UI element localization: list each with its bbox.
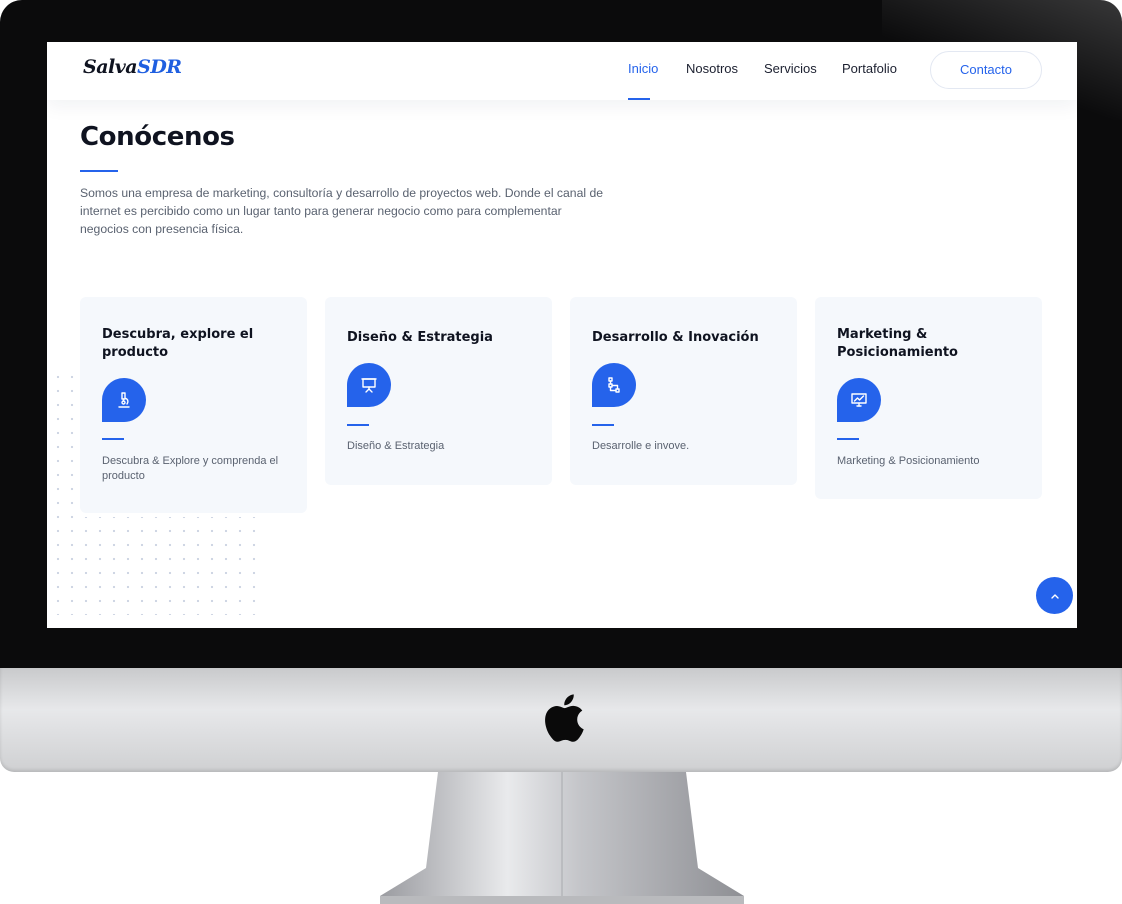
monitor-chart-icon	[837, 378, 881, 422]
nav-item-portafolio[interactable]: Portafolio	[842, 61, 897, 76]
imac-monitor: SalvaSDR Inicio Nosotros Servicios Porta…	[0, 0, 1122, 772]
nav-active-indicator	[628, 98, 650, 100]
presentation-board-icon	[347, 363, 391, 407]
about-intro-text: Somos una empresa de marketing, consulto…	[80, 186, 603, 236]
navbar: SalvaSDR Inicio Nosotros Servicios Porta…	[47, 42, 1077, 100]
card-description: Desarrolle e invove.	[592, 440, 690, 452]
card-title: Diseño & Estrategia	[347, 330, 493, 345]
scroll-to-top-button[interactable]	[1036, 577, 1073, 614]
chevron-up-icon	[1050, 593, 1059, 599]
card-title: Descubra, explore el producto	[102, 327, 254, 360]
feature-card-diseno[interactable]: Diseño & Estrategia Diseño & Estrategia	[325, 297, 552, 485]
card-description: Marketing & Posicionamiento	[837, 455, 980, 467]
card-description: Descubra & Explore y comprenda el produc…	[102, 455, 279, 482]
apple-logo-icon	[545, 694, 584, 742]
nav-item-nosotros[interactable]: Nosotros	[686, 61, 738, 76]
feature-card-descubra[interactable]: Descubra, explore el producto Descubra &…	[80, 297, 307, 513]
contact-button[interactable]: Contacto	[930, 51, 1042, 89]
card-divider	[837, 438, 859, 440]
flowchart-icon	[592, 363, 636, 407]
card-divider	[102, 438, 124, 440]
nav-item-inicio[interactable]: Inicio	[628, 61, 658, 76]
card-divider	[592, 424, 614, 426]
feature-card-marketing[interactable]: Marketing & Posicionamiento Marketing & …	[815, 297, 1042, 499]
brand-logo[interactable]: SalvaSDR	[83, 56, 182, 78]
feature-card-desarrollo[interactable]: Desarrollo & Inovación Desarrolle e invo…	[570, 297, 797, 485]
card-title: Desarrollo & Inovación	[592, 330, 759, 345]
website-screen: SalvaSDR Inicio Nosotros Servicios Porta…	[47, 42, 1077, 628]
section-title: Conócenos	[80, 122, 235, 152]
title-underline	[80, 170, 118, 172]
microscope-icon	[102, 378, 146, 422]
card-description: Diseño & Estrategia	[347, 440, 445, 452]
nav-item-servicios[interactable]: Servicios	[764, 61, 817, 76]
monitor-stand	[380, 772, 744, 904]
card-title: Marketing & Posicionamiento	[837, 327, 958, 360]
card-divider	[347, 424, 369, 426]
